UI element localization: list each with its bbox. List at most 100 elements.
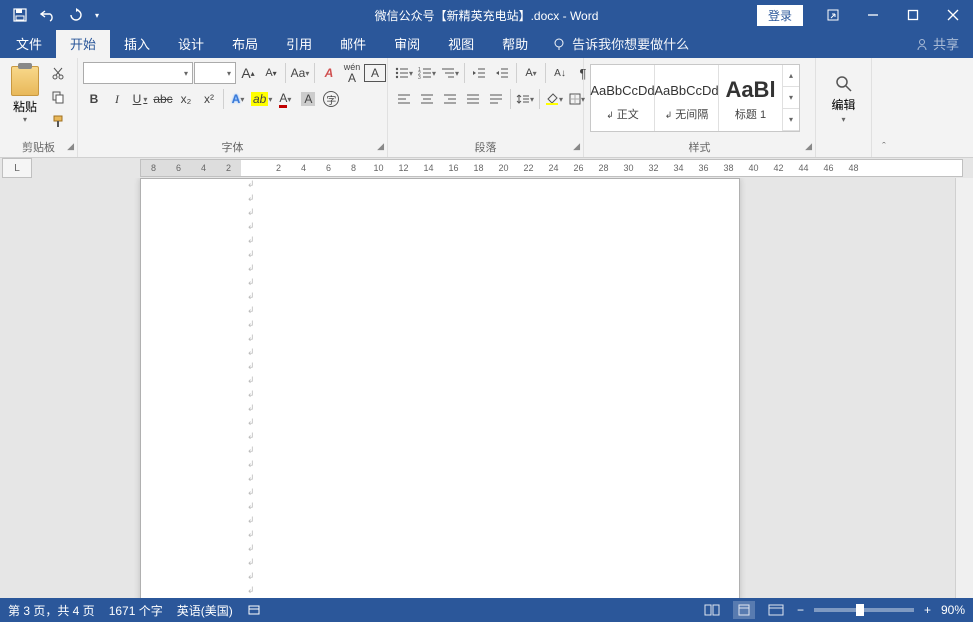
lightbulb-icon	[552, 37, 566, 51]
save-button[interactable]	[6, 0, 34, 30]
login-button[interactable]: 登录	[757, 5, 803, 26]
document-page[interactable]: ↲↲↲↲↲↲↲↲↲↲↲↲↲↲↲↲↲↲↲↲↲↲↲↲↲↲↲↲↲↲	[140, 178, 740, 598]
ribbon: 粘贴 ▾ 剪贴板◢ ▾ ▾ A▴ A▾ Aa▾ A wénA	[0, 58, 973, 158]
undo-button[interactable]	[34, 0, 62, 30]
copy-button[interactable]	[47, 86, 69, 108]
tab-review[interactable]: 审阅	[380, 29, 434, 58]
phonetic-guide-button[interactable]: wénA	[341, 62, 363, 84]
redo-button[interactable]	[62, 0, 90, 30]
sort-button[interactable]: A↓	[549, 62, 571, 84]
styles-dialog-launcher[interactable]: ◢	[805, 141, 812, 152]
highlight-button[interactable]: ab▾	[250, 88, 273, 110]
text-effects-button[interactable]: A▾	[227, 88, 249, 110]
font-name-combo[interactable]: ▾	[83, 62, 193, 84]
tab-insert[interactable]: 插入	[110, 29, 164, 58]
tab-selector[interactable]: L	[2, 158, 32, 178]
paragraph-group-label: 段落	[475, 142, 497, 154]
italic-button[interactable]: I	[106, 88, 128, 110]
multilevel-list-button[interactable]: ▾	[439, 62, 461, 84]
close-button[interactable]	[933, 0, 973, 30]
maximize-button[interactable]	[893, 0, 933, 30]
tab-file[interactable]: 文件	[2, 29, 56, 58]
vertical-ruler[interactable]	[0, 178, 30, 598]
collapse-ribbon-button[interactable]: ˆ	[872, 58, 896, 157]
font-dialog-launcher[interactable]: ◢	[377, 141, 384, 152]
grow-font-button[interactable]: A▴	[237, 62, 259, 84]
superscript-button[interactable]: x²	[198, 88, 220, 110]
character-border-button[interactable]: A	[364, 64, 386, 82]
line-spacing-button[interactable]: ▾	[514, 88, 536, 110]
language-indicator[interactable]: 英语(美国)	[177, 602, 233, 619]
tab-references[interactable]: 引用	[272, 29, 326, 58]
window-controls: 登录	[757, 0, 973, 30]
minimize-button[interactable]	[853, 0, 893, 30]
zoom-out-button[interactable]: −	[797, 603, 804, 617]
macro-indicator[interactable]	[247, 603, 261, 617]
web-layout-button[interactable]	[765, 601, 787, 619]
share-label: 共享	[933, 34, 959, 53]
group-font: ▾ ▾ A▴ A▾ Aa▾ A wénA A B I U▾ abc x₂ x² …	[78, 58, 388, 157]
clipboard-dialog-launcher[interactable]: ◢	[67, 141, 74, 152]
align-left-button[interactable]	[393, 88, 415, 110]
ribbon-display-options[interactable]	[813, 0, 853, 30]
copy-icon	[51, 90, 65, 104]
share-icon	[915, 37, 929, 51]
cut-button[interactable]	[47, 62, 69, 84]
styles-gallery-more[interactable]: ▴▾▾	[783, 65, 799, 131]
shrink-font-button[interactable]: A▾	[260, 62, 282, 84]
zoom-in-button[interactable]: +	[924, 603, 931, 617]
style-normal[interactable]: AaBbCcDd↲ 正文	[591, 65, 655, 131]
bold-button[interactable]: B	[83, 88, 105, 110]
paint-bucket-icon	[545, 93, 559, 105]
font-size-combo[interactable]: ▾	[194, 62, 236, 84]
align-distributed-button[interactable]	[485, 88, 507, 110]
ribbon-tabs: 文件 开始 插入 设计 布局 引用 邮件 审阅 视图 帮助 告诉我你想要做什么 …	[0, 30, 973, 58]
tell-me[interactable]: 告诉我你想要做什么	[542, 29, 699, 58]
tab-mailings[interactable]: 邮件	[326, 29, 380, 58]
zoom-slider[interactable]	[814, 608, 914, 612]
tab-help[interactable]: 帮助	[488, 29, 542, 58]
increase-indent-button[interactable]	[491, 62, 513, 84]
vertical-scrollbar[interactable]	[955, 178, 973, 598]
align-right-button[interactable]	[439, 88, 461, 110]
character-shading-button[interactable]: A	[297, 88, 319, 110]
style-no-spacing[interactable]: AaBbCcDd↲ 无间隔	[655, 65, 719, 131]
tab-layout[interactable]: 布局	[218, 29, 272, 58]
text-direction-button[interactable]: A▾	[520, 62, 542, 84]
align-justify-button[interactable]	[462, 88, 484, 110]
group-editing: 编辑 ▾	[816, 58, 872, 157]
paste-button[interactable]: 粘贴 ▾	[5, 62, 45, 128]
document-area: ↲↲↲↲↲↲↲↲↲↲↲↲↲↲↲↲↲↲↲↲↲↲↲↲↲↲↲↲↲↲	[0, 178, 973, 598]
shading-button[interactable]: ▾	[543, 88, 565, 110]
font-color-button[interactable]: A▾	[274, 88, 296, 110]
enclose-characters-button[interactable]: 字	[320, 88, 342, 110]
tab-home[interactable]: 开始	[56, 29, 110, 58]
print-layout-button[interactable]	[733, 601, 755, 619]
subscript-button[interactable]: x₂	[175, 88, 197, 110]
quick-access-toolbar: ▾	[0, 0, 104, 30]
align-center-button[interactable]	[416, 88, 438, 110]
qat-customize[interactable]: ▾	[90, 0, 104, 30]
page-indicator[interactable]: 第 3 页，共 4 页	[8, 602, 95, 619]
tab-view[interactable]: 视图	[434, 29, 488, 58]
format-painter-button[interactable]	[47, 110, 69, 132]
svg-text:3: 3	[418, 75, 421, 79]
find-button[interactable]: 编辑 ▾	[821, 74, 866, 124]
share-button[interactable]: 共享	[901, 29, 973, 58]
group-clipboard: 粘贴 ▾ 剪贴板◢	[0, 58, 78, 157]
word-count[interactable]: 1671 个字	[109, 602, 163, 619]
bullets-button[interactable]: ▾	[393, 62, 415, 84]
tell-me-label: 告诉我你想要做什么	[572, 34, 689, 53]
horizontal-ruler[interactable]: 8642246810121416182022242628303234363840…	[140, 159, 963, 177]
tab-design[interactable]: 设计	[164, 29, 218, 58]
paragraph-dialog-launcher[interactable]: ◢	[573, 141, 580, 152]
change-case-button[interactable]: Aa▾	[289, 62, 311, 84]
decrease-indent-button[interactable]	[468, 62, 490, 84]
style-heading1[interactable]: AaBl标题 1	[719, 65, 783, 131]
read-mode-button[interactable]	[701, 601, 723, 619]
underline-button[interactable]: U▾	[129, 88, 151, 110]
zoom-level[interactable]: 90%	[941, 603, 965, 617]
strikethrough-button[interactable]: abc	[152, 88, 174, 110]
numbering-button[interactable]: 123▾	[416, 62, 438, 84]
clear-formatting-button[interactable]: A	[318, 62, 340, 84]
